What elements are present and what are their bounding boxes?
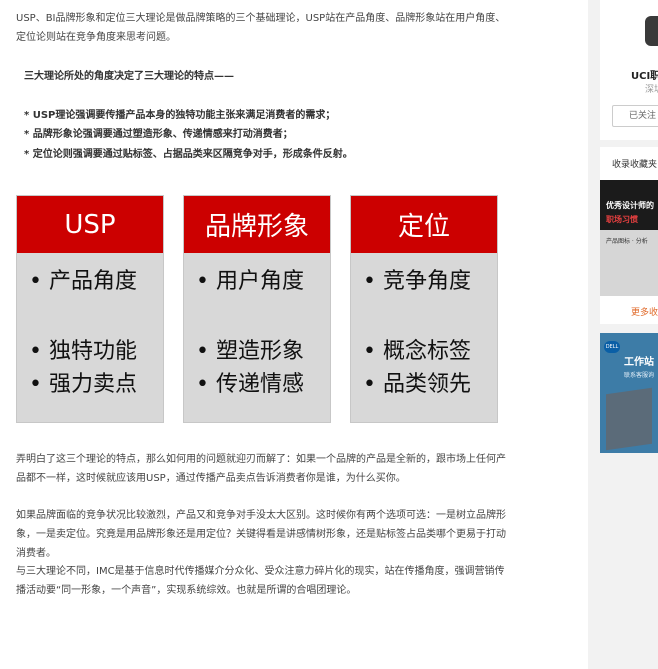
sidebar-bottom [588, 600, 658, 669]
thumbnail-subheading: 职场习惯 [606, 215, 638, 224]
card-item: • 塑造形象 [196, 339, 304, 364]
card-title: USP [17, 196, 163, 253]
card-item: • 强力卖点 [29, 372, 137, 397]
more-collections-link[interactable]: 更多收 [631, 305, 658, 318]
card-title: 定位 [351, 196, 497, 253]
thumbnail-heading: 优秀设计师的 [606, 201, 654, 210]
article-intro: USP、BI品牌形象和定位三大理论是做品牌策略的三个基础理论，USP站在产品角度… [16, 13, 506, 43]
card-item: • 用户角度 [196, 269, 304, 294]
card-item: • 概念标签 [363, 339, 471, 364]
card-item: • 产品角度 [29, 269, 137, 294]
card-item: • 独特功能 [29, 339, 137, 364]
avatar[interactable] [645, 16, 658, 46]
follow-button[interactable]: 已关注 [612, 105, 658, 127]
article-subhead: 三大理论所处的角度决定了三大理论的特点—— [24, 71, 234, 82]
laptop-image [606, 387, 652, 451]
article-para-2: 弄明白了这三个理论的特点，那么如何用的问题就迎刃而解了：如果一个品牌的产品是全新… [16, 454, 506, 484]
ad-banner[interactable]: DELL 工作站 联系客服询 [600, 333, 658, 453]
card-item: • 品类领先 [363, 372, 471, 397]
diagram-card-brand-image: 品牌形象 • 用户角度 • 塑造形象 • 传递情感 [183, 195, 331, 423]
card-title: 品牌形象 [184, 196, 330, 253]
author-location: 深圳 [645, 85, 658, 95]
ad-title: 工作站 [624, 357, 654, 368]
bullet-positioning: * 定位论则强调要通过贴标签、占据品类来区隔竞争对手，形成条件反射。 [24, 149, 353, 160]
card-item: • 传递情感 [196, 372, 304, 397]
bullet-brand-image: * 品牌形象论强调要通过塑造形象、传递情感来打动消费者； [24, 129, 293, 140]
article-para-4: 与三大理论不同，IMC是基于信息时代传播媒介分众化、受众注意力碎片化的现实，站在… [16, 566, 505, 596]
diagram-card-usp: USP • 产品角度 • 独特功能 • 强力卖点 [16, 195, 164, 423]
author-name[interactable]: UCI职 [631, 67, 658, 82]
article-content: USP、BI品牌形象和定位三大理论是做品牌策略的三个基础理论，USP站在产品角度… [0, 0, 588, 669]
bullet-usp: * USP理论强调要传播产品本身的独特功能主张来满足消费者的需求； [24, 110, 336, 121]
collection-thumbnail[interactable]: 优秀设计师的 职场习惯 产品图标 · 分析 [600, 180, 658, 296]
collection-title: 收录收藏夹 [612, 160, 658, 170]
article-para-3: 如果品牌面临的竞争状况比较激烈，产品又和竞争对手没太大区别。这时候你有两个选项可… [16, 510, 506, 559]
dell-logo-icon: DELL [604, 341, 620, 353]
thumbnail-note: 产品图标 · 分析 [606, 238, 648, 245]
diagram-card-positioning: 定位 • 竞争角度 • 概念标签 • 品类领先 [350, 195, 498, 423]
card-item: • 竞争角度 [363, 269, 471, 294]
ad-subtitle: 联系客服询 [624, 372, 655, 379]
